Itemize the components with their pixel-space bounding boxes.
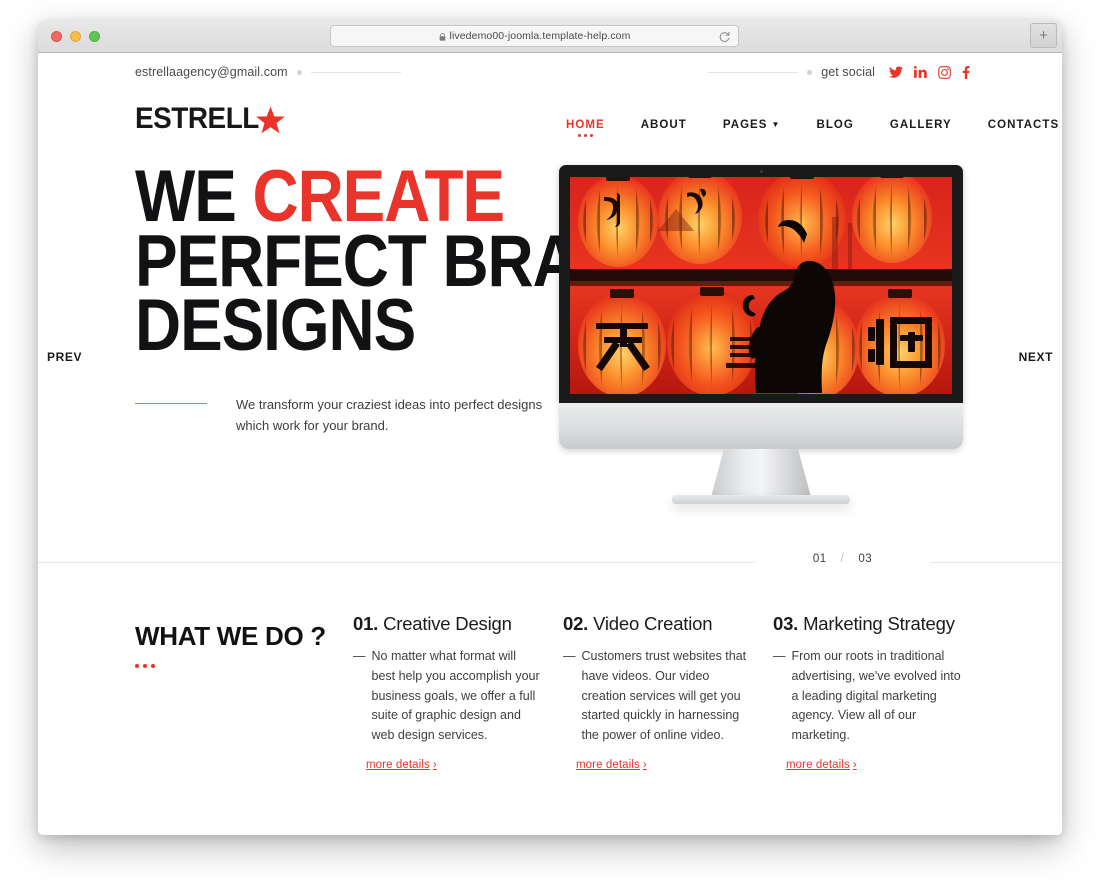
chevron-down-icon: ▼ (771, 120, 781, 129)
slider-next-button[interactable]: NEXT (1019, 350, 1053, 364)
accent-rule (135, 403, 207, 404)
new-tab-button[interactable]: + (1030, 23, 1057, 48)
card-body: — From our roots in traditional advertis… (773, 647, 961, 746)
twitter-icon[interactable] (889, 66, 903, 78)
site-header: ESTRELL HOME ABOUT PAGES ▼ BLOG GALLERY … (38, 91, 1062, 165)
nav-item-about[interactable]: ABOUT (623, 119, 705, 131)
divider-line (708, 71, 799, 73)
facebook-icon[interactable] (962, 65, 970, 79)
nav-item-contacts[interactable]: CONTACTS (970, 119, 1062, 131)
dash-icon: — (353, 649, 366, 663)
chevron-right-icon: › (642, 758, 647, 771)
monitor-stand-base (672, 495, 850, 504)
services-title-group: WHAT WE DO ? (135, 621, 350, 668)
linkedin-icon[interactable] (914, 66, 927, 78)
card-body: — No matter what format will best help y… (353, 647, 541, 746)
get-social-label: get social (821, 65, 875, 79)
dash-icon: — (773, 649, 786, 663)
social-links (889, 65, 970, 79)
slider-prev-button[interactable]: PREV (47, 350, 82, 364)
zoom-window-button[interactable] (89, 31, 100, 42)
more-details-link[interactable]: more details › (576, 759, 647, 771)
instagram-icon[interactable] (938, 65, 951, 79)
browser-window: livedemo00-joomla.template-help.com + es… (38, 20, 1062, 835)
link-label: more details (576, 758, 640, 771)
card-name: Video Creation (593, 613, 713, 634)
hero-copy: WE CREATE PERFECT BRAND DESIGNS (135, 160, 669, 367)
card-number: 01. (353, 613, 379, 634)
nav-item-blog[interactable]: BLOG (798, 119, 871, 131)
address-bar[interactable]: livedemo00-joomla.template-help.com (330, 25, 739, 47)
accent-dots-icon (135, 664, 350, 668)
nav-item-pages[interactable]: PAGES ▼ (705, 119, 799, 131)
site-logo[interactable]: ESTRELL (135, 102, 286, 136)
monitor-bezel (559, 165, 963, 403)
card-number: 03. (773, 613, 799, 634)
contact-email[interactable]: estrellaagency@gmail.com (135, 65, 288, 79)
browser-chrome: livedemo00-joomla.template-help.com + (38, 20, 1062, 53)
logo-text: ESTRELL (135, 102, 259, 135)
card-name: Creative Design (383, 613, 512, 634)
hero-headline-line-3: DESIGNS (135, 285, 416, 367)
dash-icon: — (563, 649, 576, 663)
more-details-link[interactable]: more details › (366, 759, 437, 771)
active-dots-icon (548, 134, 623, 137)
card-title: 01. Creative Design (353, 613, 541, 635)
topbar-email-group: estrellaagency@gmail.com (135, 65, 401, 79)
service-cards: 01. Creative Design — No matter what for… (353, 613, 983, 773)
chevron-right-icon: › (432, 758, 437, 771)
card-text: From our roots in traditional advertisin… (791, 649, 961, 742)
hero-slider: PREV NEXT WE CREATE PERFECT BRAND DESIGN… (38, 160, 1062, 565)
monitor-chin (559, 403, 963, 449)
close-window-button[interactable] (51, 31, 62, 42)
card-number: 02. (563, 613, 589, 634)
service-card-1: 01. Creative Design — No matter what for… (353, 613, 563, 773)
nav-label: HOME (566, 119, 605, 131)
window-controls (51, 31, 100, 42)
nav-label: PAGES (722, 119, 768, 131)
what-we-do-section: WHAT WE DO ? 01. Creative Design — No ma… (38, 563, 1062, 771)
bullet-dot-icon (296, 69, 302, 75)
topbar-social-group: get social (708, 65, 970, 79)
divider-line (310, 71, 401, 73)
bullet-dot-icon (807, 69, 813, 75)
lock-icon (439, 33, 446, 41)
chevron-right-icon: › (852, 758, 857, 771)
service-card-3: 03. Marketing Strategy — From our roots … (773, 613, 983, 773)
nav-label: GALLERY (889, 119, 952, 131)
link-label: more details (786, 758, 850, 771)
nav-item-home[interactable]: HOME (548, 119, 623, 137)
more-details-link[interactable]: more details › (786, 759, 857, 771)
nav-label: ABOUT (640, 119, 687, 131)
card-title: 02. Video Creation (563, 613, 751, 635)
nav-label: CONTACTS (987, 119, 1060, 131)
hero-subtitle: We transform your craziest ideas into pe… (236, 397, 543, 434)
hero-subtitle-group: We transform your craziest ideas into pe… (135, 394, 556, 436)
link-label: more details (366, 758, 430, 771)
section-heading: WHAT WE DO ? (135, 621, 326, 651)
card-title: 03. Marketing Strategy (773, 613, 961, 635)
web-page: estrellaagency@gmail.com get social ESTR… (38, 53, 1062, 835)
minimize-window-button[interactable] (70, 31, 81, 42)
webcam-icon (759, 170, 763, 173)
nav-label: BLOG (816, 119, 854, 131)
card-text: No matter what format will best help you… (371, 649, 540, 742)
card-text: Customers trust websites that have video… (581, 649, 747, 742)
reload-icon[interactable] (718, 30, 731, 43)
monitor-mockup (559, 165, 963, 505)
monitor-screen (570, 177, 952, 394)
card-name: Marketing Strategy (803, 613, 955, 634)
monitor-stand-neck (711, 449, 811, 497)
service-card-2: 02. Video Creation — Customers trust web… (563, 613, 773, 773)
hero-image (570, 177, 952, 394)
top-contact-bar: estrellaagency@gmail.com get social (38, 53, 1062, 91)
nav-item-gallery[interactable]: GALLERY (872, 119, 970, 131)
url-text: livedemo00-joomla.template-help.com (449, 30, 631, 42)
main-navigation: HOME ABOUT PAGES ▼ BLOG GALLERY CONTACTS (548, 119, 1062, 137)
star-icon (255, 105, 286, 136)
card-body: — Customers trust websites that have vid… (563, 647, 751, 746)
